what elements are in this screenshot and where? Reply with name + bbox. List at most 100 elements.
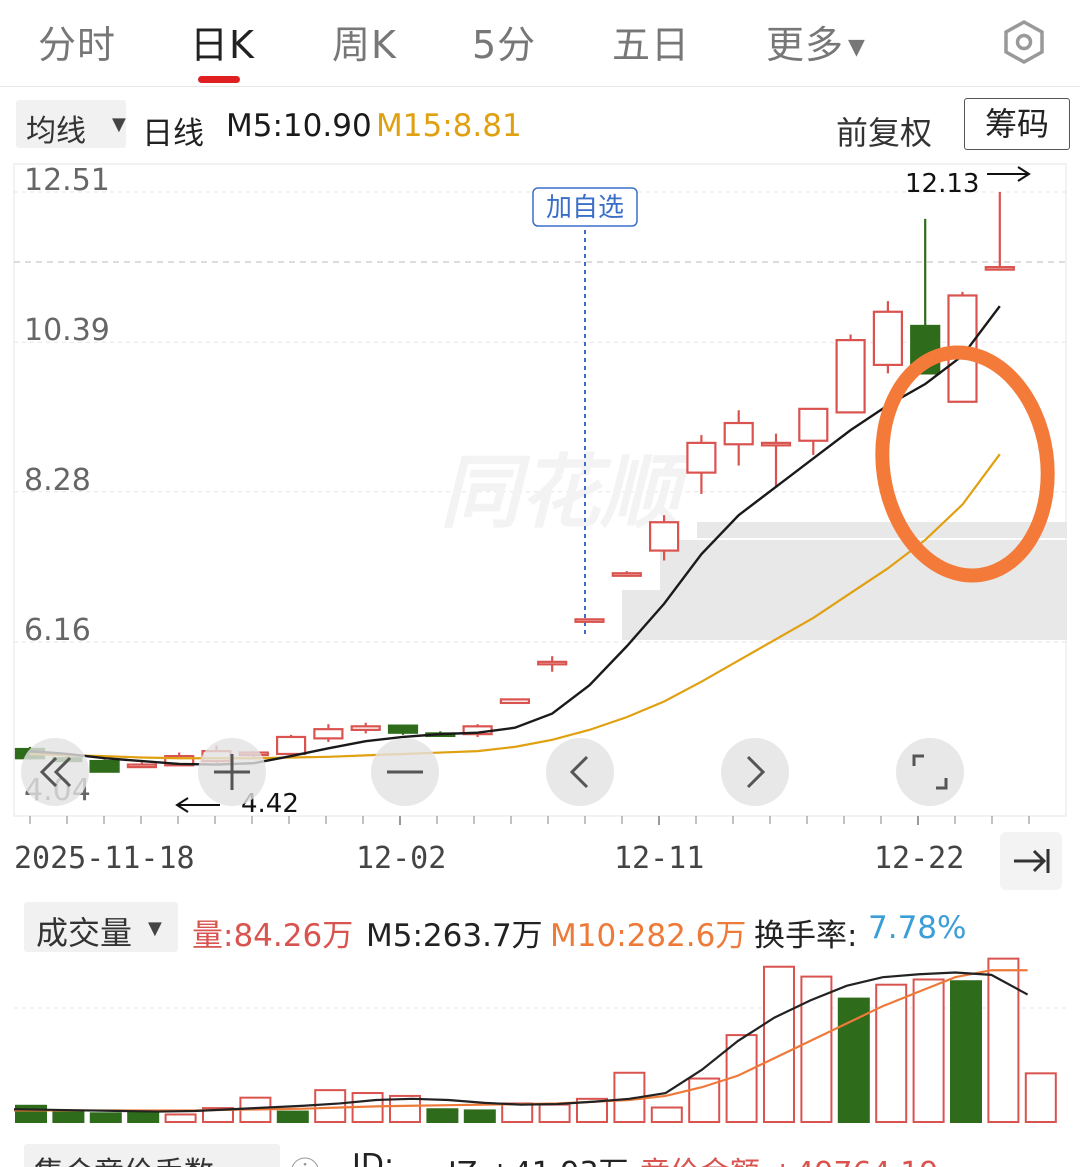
turnover-label: 换手率: <box>754 918 858 954</box>
date-label-1: 2025-11-18 <box>14 841 195 876</box>
volume-m5: M5:263.7万 <box>366 918 543 954</box>
candle-body <box>723 421 754 446</box>
candle-body <box>760 441 792 447</box>
candle <box>984 192 1015 271</box>
ma5-value: M5:10.90 <box>226 108 372 144</box>
period-label: 日线 <box>142 116 204 152</box>
candle-body <box>798 407 829 442</box>
auction-amount: 竞价金额:+49764.19 <box>640 1148 938 1167</box>
tab-intraday[interactable]: 分时 <box>38 14 116 69</box>
scroll-to-latest-button[interactable] <box>1000 832 1062 890</box>
candle-body <box>126 763 158 769</box>
candle <box>611 571 642 577</box>
volume-bar <box>875 983 908 1124</box>
auction-selector-label: 集合竞价手数 <box>34 1148 214 1167</box>
volume-m10: M10:282.6万 <box>550 918 747 954</box>
candle-body <box>872 310 904 367</box>
auction-selector[interactable]: 集合竞价手数 <box>24 1144 280 1167</box>
volume-selector-label: 成交量 <box>36 914 133 952</box>
candle-body <box>499 698 530 705</box>
zoom-out-button[interactable] <box>371 738 439 806</box>
price-adjustment-label[interactable]: 前复权 <box>836 108 932 154</box>
chips-button[interactable]: 筹码 <box>964 98 1070 150</box>
x-axis-ticks <box>29 816 1030 825</box>
volume-bar <box>89 1112 122 1124</box>
add-watchlist-label: 加自选 <box>546 193 624 223</box>
candle <box>387 724 419 735</box>
date-label-3: 12-11 <box>614 841 705 876</box>
candle <box>574 618 605 623</box>
candle <box>537 656 568 672</box>
candle <box>723 410 754 466</box>
period-tabs: 分时 日K 周K 5分 五日 更多 ▼ <box>0 0 1080 87</box>
y-tick-label: 12.51 <box>24 163 110 198</box>
jump-start-button[interactable] <box>21 738 89 806</box>
candle-body <box>537 660 568 666</box>
volume-bar <box>912 978 945 1123</box>
date-label-2: 12-02 <box>356 841 447 876</box>
candle-body <box>686 441 717 474</box>
candle <box>89 759 120 773</box>
candle <box>126 762 158 769</box>
volume-bar <box>688 1077 721 1124</box>
volume-indicator-selector[interactable]: 成交量 ▼ <box>24 902 178 952</box>
turnover-value: 7.78% <box>868 910 967 946</box>
tab-five-day[interactable]: 五日 <box>612 14 690 69</box>
volume-bar <box>127 1110 160 1124</box>
candle <box>350 722 381 734</box>
candle-body <box>611 572 642 577</box>
tab-weekly-k[interactable]: 周K <box>332 14 397 69</box>
auction-jd: JD: <box>352 1148 395 1167</box>
candle-body <box>648 521 680 552</box>
volume-profile <box>622 522 1067 640</box>
tab-more[interactable]: 更多 ▼ <box>766 14 866 69</box>
candle-body <box>984 266 1015 271</box>
scroll-right-button[interactable] <box>721 738 789 806</box>
tab-more-label: 更多 <box>766 23 845 67</box>
volume-bar <box>1024 1072 1057 1123</box>
volume-bar <box>837 997 870 1123</box>
ma-selector[interactable]: 均线 ▼ <box>16 100 126 149</box>
caret-down-icon: ▼ <box>148 918 162 939</box>
caret-down-icon: ▼ <box>112 114 126 135</box>
volume-bar <box>538 1103 571 1124</box>
gear-hex-icon[interactable] <box>1000 18 1048 66</box>
candle-body <box>89 759 120 773</box>
candle <box>686 435 717 494</box>
zoom-in-button[interactable] <box>198 738 266 806</box>
volume-bar <box>987 957 1020 1124</box>
chart-header: 均线 ▼ 日线 M5:10.90 M15:8.81 前复权 筹码 <box>0 96 1080 154</box>
caret-down-icon: ▼ <box>848 35 866 60</box>
candle <box>798 407 829 455</box>
candle-body <box>387 724 419 734</box>
tab-daily-k[interactable]: 日K <box>190 14 255 69</box>
arrow-to-end-icon <box>1014 849 1050 873</box>
help-icon[interactable]: ⓘ <box>290 1148 320 1167</box>
ma-selector-label: 均线 <box>26 114 86 149</box>
volume-value: 量:84.26万 <box>192 918 354 954</box>
volume-header: 成交量 ▼ 量:84.26万 M5:263.7万 M10:282.6万 换手率:… <box>0 898 1080 954</box>
candle <box>872 301 904 374</box>
date-label-4: 12-22 <box>874 841 965 876</box>
volume-chart[interactable] <box>0 950 1080 1130</box>
tab-5min[interactable]: 5分 <box>472 14 536 69</box>
volume-bar <box>763 965 795 1123</box>
volume-bar <box>276 1110 309 1124</box>
volume-bar <box>314 1089 347 1123</box>
volume-bar <box>164 1113 197 1123</box>
scroll-left-button[interactable] <box>546 738 614 806</box>
auction-row: 集合竞价手数 ⓘ JD: JZ:+41.93万 竞价金额:+49764.19 <box>0 1140 1080 1167</box>
volume-bar <box>650 1106 683 1124</box>
candle <box>835 334 866 414</box>
candle-body <box>350 725 381 731</box>
candle-body <box>313 728 344 740</box>
volume-bar <box>15 1104 47 1124</box>
candlestick-chart[interactable]: 同花顺 12.5110.398.286.164.04 加自选 12.13 4.4… <box>0 160 1080 825</box>
date-axis: 2025-11-18 12-02 12-11 12-22 <box>0 835 1080 885</box>
y-tick-label: 8.28 <box>24 463 91 498</box>
candle-body <box>835 339 866 414</box>
fullscreen-button[interactable] <box>896 738 964 806</box>
volume-bars <box>15 957 1057 1124</box>
chart-nav-buttons <box>21 738 964 806</box>
y-axis-labels: 12.5110.398.286.164.04 <box>24 163 110 808</box>
